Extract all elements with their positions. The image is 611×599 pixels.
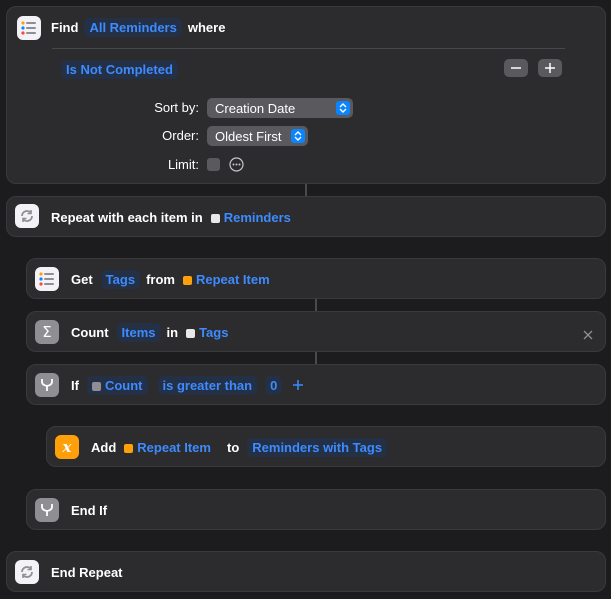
repeat-icon xyxy=(15,560,39,584)
reminders-variable-token[interactable]: Reminders xyxy=(210,210,291,225)
remove-filter-button[interactable] xyxy=(504,59,528,77)
to-label: to xyxy=(226,439,240,455)
repeat-label: Repeat with each item in xyxy=(51,209,203,225)
branch-icon xyxy=(35,373,59,397)
chevron-updown-icon xyxy=(291,129,305,143)
add-label: Add xyxy=(91,439,117,455)
find-reminders-action[interactable]: Find All Reminders where Is Not Complete… xyxy=(6,6,606,184)
if-action[interactable]: If Count is greater than 0 xyxy=(26,364,606,405)
find-label: Find xyxy=(51,19,79,35)
reminders-source-token[interactable]: All Reminders xyxy=(84,17,182,37)
end-if-label: End If xyxy=(71,502,108,518)
add-filter-button[interactable] xyxy=(538,59,562,77)
variable-icon xyxy=(124,443,134,453)
tags-variable-token[interactable]: Tags xyxy=(186,325,228,340)
minus-icon xyxy=(511,67,521,69)
repeat-item-variable-token[interactable]: Repeat Item xyxy=(182,272,270,287)
order-popup[interactable]: Oldest First xyxy=(207,126,308,146)
items-type-token[interactable]: Items xyxy=(116,322,161,342)
count-label: Count xyxy=(71,324,109,340)
condition-token[interactable]: is greater than xyxy=(157,375,258,395)
order-label: Order: xyxy=(162,128,199,143)
repeat-icon xyxy=(15,204,39,228)
sigma-icon: Σ xyxy=(35,320,59,344)
repeat-with-each-action[interactable]: Repeat with each item in Reminders xyxy=(6,196,606,237)
more-options-icon[interactable] xyxy=(229,157,244,177)
filter-condition[interactable]: Is Not Completed xyxy=(61,59,178,79)
reminders-list-icon xyxy=(17,16,41,40)
end-if-action[interactable]: End If xyxy=(26,489,606,530)
count-variable-token[interactable]: Count xyxy=(86,375,148,395)
limit-checkbox[interactable] xyxy=(207,158,220,171)
get-label: Get xyxy=(71,271,93,287)
add-condition-button[interactable] xyxy=(292,379,304,391)
end-repeat-label: End Repeat xyxy=(51,564,123,580)
in-label: in xyxy=(166,324,179,340)
repeat-item-variable-token[interactable]: Repeat Item xyxy=(124,440,211,455)
chevron-updown-icon xyxy=(336,101,350,115)
variable-icon xyxy=(186,328,196,338)
connector-line xyxy=(315,299,317,311)
target-variable-token[interactable]: Reminders with Tags xyxy=(247,437,388,457)
sort-by-value: Creation Date xyxy=(215,100,296,116)
divider xyxy=(52,48,565,49)
end-repeat-action[interactable]: End Repeat xyxy=(6,551,606,592)
get-tags-action[interactable]: Get Tags from Repeat Item xyxy=(26,258,606,299)
variable-x-icon: x xyxy=(55,435,79,459)
reminders-list-icon xyxy=(35,267,59,291)
tags-property-token[interactable]: Tags xyxy=(100,269,141,289)
plus-icon xyxy=(293,380,304,390)
order-value: Oldest First xyxy=(215,128,282,144)
sort-by-popup[interactable]: Creation Date xyxy=(207,98,353,118)
variable-icon xyxy=(182,275,192,285)
variable-icon xyxy=(91,381,101,391)
branch-icon xyxy=(35,498,59,522)
add-to-variable-action[interactable]: x Add Repeat Item to Reminders with Tags xyxy=(46,426,606,467)
from-label: from xyxy=(146,271,175,287)
limit-label: Limit: xyxy=(167,157,199,172)
connector-line xyxy=(305,184,307,196)
connector-line xyxy=(315,352,317,364)
sort-by-label: Sort by: xyxy=(154,100,199,115)
close-icon[interactable] xyxy=(583,327,593,345)
variable-icon xyxy=(210,213,220,223)
plus-icon xyxy=(545,63,555,73)
where-label: where xyxy=(187,19,226,35)
value-token[interactable]: 0 xyxy=(265,375,283,395)
if-label: If xyxy=(71,377,79,393)
count-action[interactable]: Σ Count Items in Tags xyxy=(26,311,606,352)
